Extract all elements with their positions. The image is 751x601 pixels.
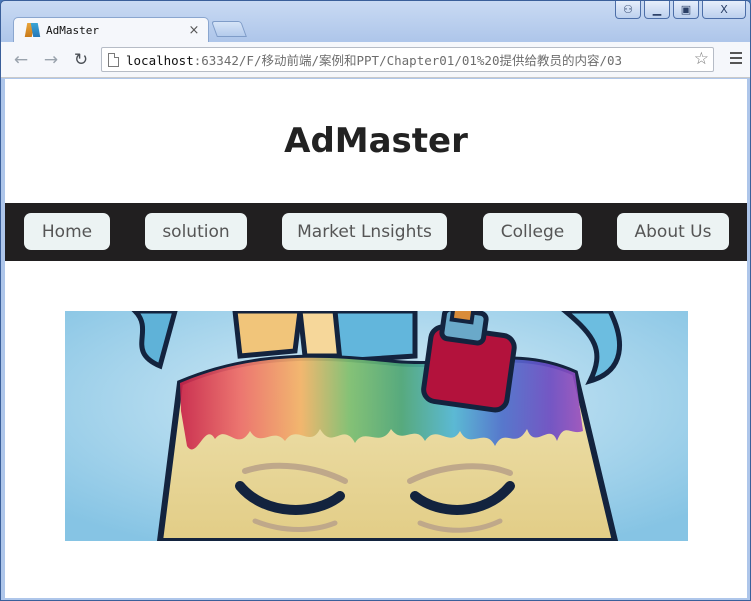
page-icon (108, 52, 119, 67)
browser-window: AdMaster × ⚇ ▁ ▣ X ← → ↻ localhost:63342… (0, 0, 751, 601)
user-icon[interactable]: ⚇ (615, 1, 641, 19)
tab-title: AdMaster (46, 23, 99, 37)
tab-admaster[interactable]: AdMaster × (13, 17, 209, 42)
nav-item-market-insights[interactable]: Market Lnsights (282, 213, 447, 250)
page-title: AdMaster (284, 121, 468, 161)
page-viewport: AdMaster Home solution Market Lnsights C… (5, 79, 747, 598)
forward-arrow-icon[interactable]: → (41, 50, 61, 70)
nav-item-home[interactable]: Home (24, 213, 110, 250)
browser-toolbar: ← → ↻ localhost:63342/F/移动前端/案例和PPT/Chap… (1, 42, 750, 78)
main-navbar: Home solution Market Lnsights College Ab… (5, 203, 747, 261)
window-controls: ⚇ ▁ ▣ X (615, 1, 746, 19)
bookmark-star-icon[interactable]: ☆ (690, 49, 709, 69)
reload-icon[interactable]: ↻ (71, 50, 91, 70)
nav-item-about-us[interactable]: About Us (617, 213, 729, 250)
menu-icon[interactable] (730, 52, 742, 67)
minimize-button[interactable]: ▁ (644, 1, 670, 19)
back-arrow-icon[interactable]: ← (11, 50, 31, 70)
favicon-icon (24, 23, 41, 37)
close-button[interactable]: X (702, 1, 746, 19)
maximize-button[interactable]: ▣ (673, 1, 699, 19)
new-tab-button[interactable] (211, 21, 247, 37)
hero-banner-image (65, 311, 688, 541)
address-bar[interactable]: localhost:63342/F/移动前端/案例和PPT/Chapter01/… (101, 47, 714, 72)
nav-item-solution[interactable]: solution (145, 213, 247, 250)
tab-close-icon[interactable]: × (186, 23, 202, 38)
url-text[interactable]: localhost:63342/F/移动前端/案例和PPT/Chapter01/… (126, 50, 622, 69)
nav-item-college[interactable]: College (483, 213, 582, 250)
